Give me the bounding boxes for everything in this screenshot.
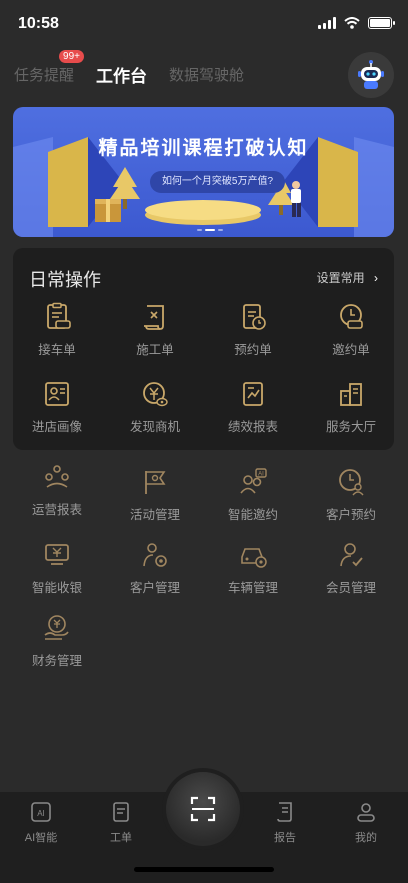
func-smart-invite[interactable]: AI 智能邀约 xyxy=(205,467,301,527)
car-gear-icon xyxy=(241,548,267,568)
tab-label: 任务提醒 xyxy=(14,66,75,84)
func-label: 运营报表 xyxy=(31,503,82,517)
finance-icon xyxy=(44,615,69,640)
daily-title: 日常操作 xyxy=(29,270,101,290)
status-icons xyxy=(318,17,395,29)
daily-item-service-hall[interactable]: 服务大厅 xyxy=(303,379,399,439)
id-card-icon xyxy=(45,382,69,406)
top-tabs: 任务提醒 99+ 工作台 数据驾驶舱 xyxy=(14,49,244,92)
nav-report[interactable]: 报告 xyxy=(255,800,315,845)
daily-item-construction[interactable]: 施工单 xyxy=(107,302,203,362)
building-icon xyxy=(340,383,362,406)
func-label: 客户预约 xyxy=(325,508,376,522)
tab-workbench[interactable]: 工作台 xyxy=(96,62,147,87)
func-label: 智能邀约 xyxy=(227,508,278,522)
signal-icon xyxy=(318,17,336,29)
daily-item-label: 服务大厅 xyxy=(325,420,376,434)
daily-item-label: 进店画像 xyxy=(31,420,82,434)
func-smart-cashier[interactable]: 智能收银 xyxy=(9,540,105,600)
func-label: 会员管理 xyxy=(325,581,376,595)
work-order-icon xyxy=(113,802,129,822)
ai-users-icon: AI xyxy=(240,468,267,494)
func-label: 车辆管理 xyxy=(227,581,278,595)
func-operation-report[interactable]: 运营报表 xyxy=(9,462,105,522)
func-customer-appointment[interactable]: 客户预约 xyxy=(303,467,399,527)
report-scroll-icon xyxy=(277,802,292,822)
svg-text:AI: AI xyxy=(37,809,45,818)
profile-icon xyxy=(357,803,375,822)
func-label: 财务管理 xyxy=(31,654,82,668)
daily-item-car-sheet[interactable]: 接车单 xyxy=(9,302,105,362)
func-label: 活动管理 xyxy=(129,508,180,522)
tab-task-reminder[interactable]: 任务提醒 99+ xyxy=(14,49,85,85)
func-label: 客户管理 xyxy=(129,581,180,595)
scan-button[interactable] xyxy=(166,772,240,846)
func-activity[interactable]: 活动管理 xyxy=(107,467,203,527)
nav-ai[interactable]: AI AI智能 xyxy=(11,800,71,845)
nav-label: 我的 xyxy=(355,832,377,844)
daily-item-label: 接车单 xyxy=(38,343,76,357)
carousel-dots xyxy=(197,229,223,231)
status-time: 10:58 xyxy=(18,15,59,32)
set-common-label: 设置常用 xyxy=(316,271,365,285)
robot-assistant-button[interactable] xyxy=(348,52,394,98)
user-gear-icon xyxy=(143,543,167,567)
clock-user-icon xyxy=(339,469,364,496)
banner-title: 精品培训课程打破认知 xyxy=(98,138,309,159)
daily-item-label: 绩效报表 xyxy=(227,420,278,434)
set-common-button[interactable]: 设置常用 › xyxy=(317,269,378,286)
battery-icon xyxy=(368,17,395,29)
daily-item-performance[interactable]: 绩效报表 xyxy=(205,379,301,439)
banner-subtitle: 如何一个月突破5万产值? xyxy=(150,171,285,193)
func-member-manage[interactable]: 会员管理 xyxy=(303,540,399,600)
ai-icon: AI xyxy=(31,802,51,822)
flag-icon xyxy=(145,471,166,494)
daily-item-store-portrait[interactable]: 进店画像 xyxy=(9,379,105,439)
car-sheet-icon xyxy=(47,302,71,329)
member-icon xyxy=(340,543,363,567)
tab-data-cockpit[interactable]: 数据驾驶舱 xyxy=(169,64,244,85)
daily-item-label: 邀约单 xyxy=(332,343,370,357)
nav-mine[interactable]: 我的 xyxy=(336,800,396,845)
report-icon xyxy=(243,382,263,406)
nav-work-order[interactable]: 工单 xyxy=(91,800,151,845)
daily-item-label: 预约单 xyxy=(234,343,272,357)
func-finance-manage[interactable]: 财务管理 xyxy=(9,613,105,673)
status-bar: 10:58 xyxy=(0,0,408,48)
promo-banner[interactable]: 精品培训课程打破认知 如何一个月突破5万产值? xyxy=(13,107,394,237)
car-clock-icon xyxy=(340,304,363,329)
daily-item-invitation[interactable]: 邀约单 xyxy=(303,302,399,362)
scan-icon xyxy=(190,796,216,822)
func-label: 智能收银 xyxy=(31,581,82,595)
daily-item-label: 施工单 xyxy=(136,343,174,357)
wifi-icon xyxy=(344,17,360,29)
nav-label: 报告 xyxy=(274,832,296,844)
func-vehicle-manage[interactable]: 车辆管理 xyxy=(205,540,301,600)
operation-icon xyxy=(45,465,69,488)
daily-item-opportunity[interactable]: 发现商机 xyxy=(107,379,203,439)
chevron-right-icon: › xyxy=(374,271,378,285)
func-customer-manage[interactable]: 客户管理 xyxy=(107,540,203,600)
svg-text:AI: AI xyxy=(258,472,264,478)
clock-clipboard-icon xyxy=(243,304,266,330)
home-indicator xyxy=(134,867,274,872)
daily-item-appointment[interactable]: 预约单 xyxy=(205,302,301,362)
nav-label: AI智能 xyxy=(24,832,58,844)
scroll-icon xyxy=(144,305,164,330)
cashier-icon xyxy=(45,544,69,565)
daily-item-label: 发现商机 xyxy=(129,420,180,434)
nav-label: 工单 xyxy=(110,832,132,844)
coin-eye-icon xyxy=(143,382,168,407)
notification-badge: 99+ xyxy=(59,49,85,63)
robot-icon xyxy=(358,60,384,89)
